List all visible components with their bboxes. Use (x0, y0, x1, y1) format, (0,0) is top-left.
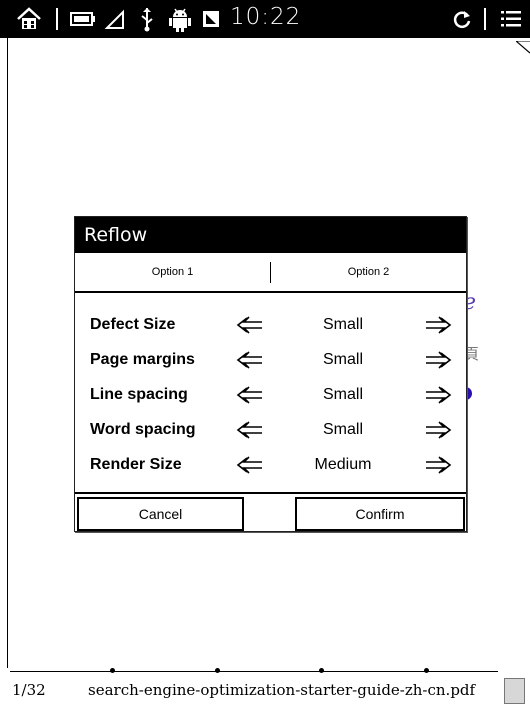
decrease-arrow-icon[interactable] (233, 307, 267, 342)
confirm-button[interactable]: Confirm (295, 497, 465, 531)
tab-option-2[interactable]: Option 2 (271, 253, 466, 291)
increase-arrow-icon[interactable] (421, 342, 455, 377)
option-tabs: Option 1 Option 2 (75, 253, 466, 293)
reflow-dialog: Reflow Option 1 Option 2 Defect Size Sma… (74, 216, 467, 532)
menu-icon[interactable] (498, 0, 524, 38)
setting-value: Small (322, 421, 363, 438)
increase-arrow-icon[interactable] (421, 307, 455, 342)
setting-row-word-spacing: Word spacing Small (75, 412, 466, 447)
setting-label: Defect Size (90, 316, 176, 333)
setting-label: Word spacing (90, 421, 196, 438)
sync-icon[interactable] (450, 0, 474, 38)
progress-marker (319, 668, 324, 673)
scroll-thumb[interactable] (504, 678, 525, 704)
setting-label: Render Size (90, 456, 182, 473)
setting-row-render-size: Render Size Medium (75, 447, 466, 482)
page-left-border (7, 38, 8, 668)
setting-label: Line spacing (90, 386, 188, 403)
progress-marker (424, 668, 429, 673)
dialog-button-bar: Cancel Confirm (75, 492, 466, 533)
usb-icon (136, 0, 158, 38)
status-divider (484, 8, 486, 30)
increase-arrow-icon[interactable] (421, 447, 455, 482)
android-icon (166, 0, 194, 38)
increase-arrow-icon[interactable] (421, 412, 455, 447)
decrease-arrow-icon[interactable] (233, 412, 267, 447)
home-icon[interactable] (14, 0, 44, 38)
setting-row-line-spacing: Line spacing Small (75, 377, 466, 412)
setting-value: Small (322, 316, 363, 333)
setting-row-page-margins: Page margins Small (75, 342, 466, 377)
dialog-title-bar: Reflow (75, 217, 466, 253)
setting-value: Small (322, 386, 363, 403)
decrease-arrow-icon[interactable] (233, 447, 267, 482)
file-name: search-engine-optimization-starter-guide… (88, 681, 476, 699)
setting-row-defect-size: Defect Size Small (75, 307, 466, 342)
status-divider (56, 8, 58, 30)
dialog-title: Reflow (84, 224, 148, 246)
setting-label: Page margins (90, 351, 195, 368)
progress-marker (110, 668, 115, 673)
tab-option-1[interactable]: Option 1 (75, 253, 270, 291)
increase-arrow-icon[interactable] (421, 377, 455, 412)
setting-value: Medium (314, 456, 372, 473)
clock: 10:22 (230, 4, 302, 30)
decrease-arrow-icon[interactable] (233, 377, 267, 412)
progress-marker (215, 668, 220, 673)
setting-value: Small (322, 351, 363, 368)
page-indicator: 1/32 (12, 681, 46, 699)
signal-icon (102, 0, 128, 38)
decrease-arrow-icon[interactable] (233, 342, 267, 377)
battery-icon (68, 0, 98, 38)
cancel-button[interactable]: Cancel (77, 497, 244, 531)
page-corner-fold-icon[interactable] (516, 41, 530, 55)
notification-icon (200, 0, 222, 38)
status-bar: 10:22 (0, 0, 530, 38)
